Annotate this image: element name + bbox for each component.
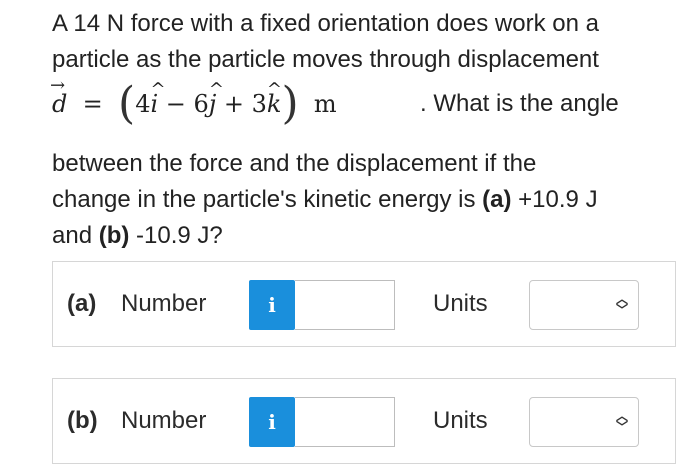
number-label-a: Number (121, 290, 207, 317)
unit-meters: m (313, 90, 337, 118)
j-hat: ^ (208, 79, 224, 100)
answer-panel-a: (a) Number i Units ︿ ﹀ (52, 261, 676, 347)
question-line-3-tail: . What is the angle (420, 90, 619, 117)
info-button-a[interactable]: i (249, 280, 295, 330)
part-b-ref: (b) (98, 222, 130, 249)
displacement-equation: → d = (4 ^ i − 6 ^ j + 3 ^ k) m . What is the a… (50, 75, 672, 130)
question-line-6: and (b) -10.9 J? (52, 218, 672, 254)
term2-coef: 6 (193, 90, 209, 118)
chevron-updown-icon: ︿ ﹀ (616, 409, 629, 434)
line6-end: -10.9 J? (129, 222, 223, 249)
line6-start: and (52, 222, 99, 249)
part-label-a: (a) (67, 290, 97, 317)
question-line-1: A 14 N force with a fixed orientation do… (52, 10, 599, 37)
number-input-a[interactable] (295, 280, 395, 330)
question-line-2: particle as the particle moves through d… (52, 46, 599, 73)
units-label-b: Units (433, 407, 488, 434)
number-input-b[interactable] (295, 397, 395, 447)
units-label-a: Units (433, 290, 488, 317)
line5-start: change in the particle's kinetic energy … (52, 186, 483, 213)
info-button-b[interactable]: i (249, 397, 295, 447)
i-hat: ^ (150, 79, 166, 100)
question-text: A 14 N force with a fixed orientation do… (50, 6, 672, 254)
unit-k: ^ k (267, 79, 282, 126)
number-label-b: Number (121, 407, 207, 434)
units-select-a[interactable]: ︿ ﹀ (529, 280, 639, 330)
units-select-b[interactable]: ︿ ﹀ (529, 397, 639, 447)
unit-i: ^ i (150, 79, 165, 126)
equals-sign: = (82, 90, 103, 118)
vector-arrow: → (50, 75, 66, 96)
term1-coef: 4 (135, 90, 151, 118)
open-paren: ( (118, 78, 136, 129)
displacement-math: → d = (4 ^ i − 6 ^ j + 3 ^ k) m (50, 75, 337, 126)
question-line-4: between the force and the displacement i… (52, 150, 537, 177)
question-line-5: change in the particle's kinetic energy … (52, 182, 672, 218)
unit-j: ^ j (209, 79, 224, 126)
term3-coef: 3 (251, 90, 267, 118)
chevron-updown-icon: ︿ ﹀ (616, 292, 629, 317)
info-icon: i (268, 410, 276, 434)
part-a-ref: (a) (482, 186, 512, 213)
part-label-b: (b) (67, 407, 98, 434)
line5-end: +10.9 J (511, 186, 598, 213)
close-paren: ) (281, 78, 299, 129)
answer-panel-b: (b) Number i Units ︿ ﹀ (52, 378, 676, 464)
k-hat: ^ (266, 79, 283, 100)
info-icon: i (268, 293, 276, 317)
vector-d: → d (50, 75, 67, 126)
